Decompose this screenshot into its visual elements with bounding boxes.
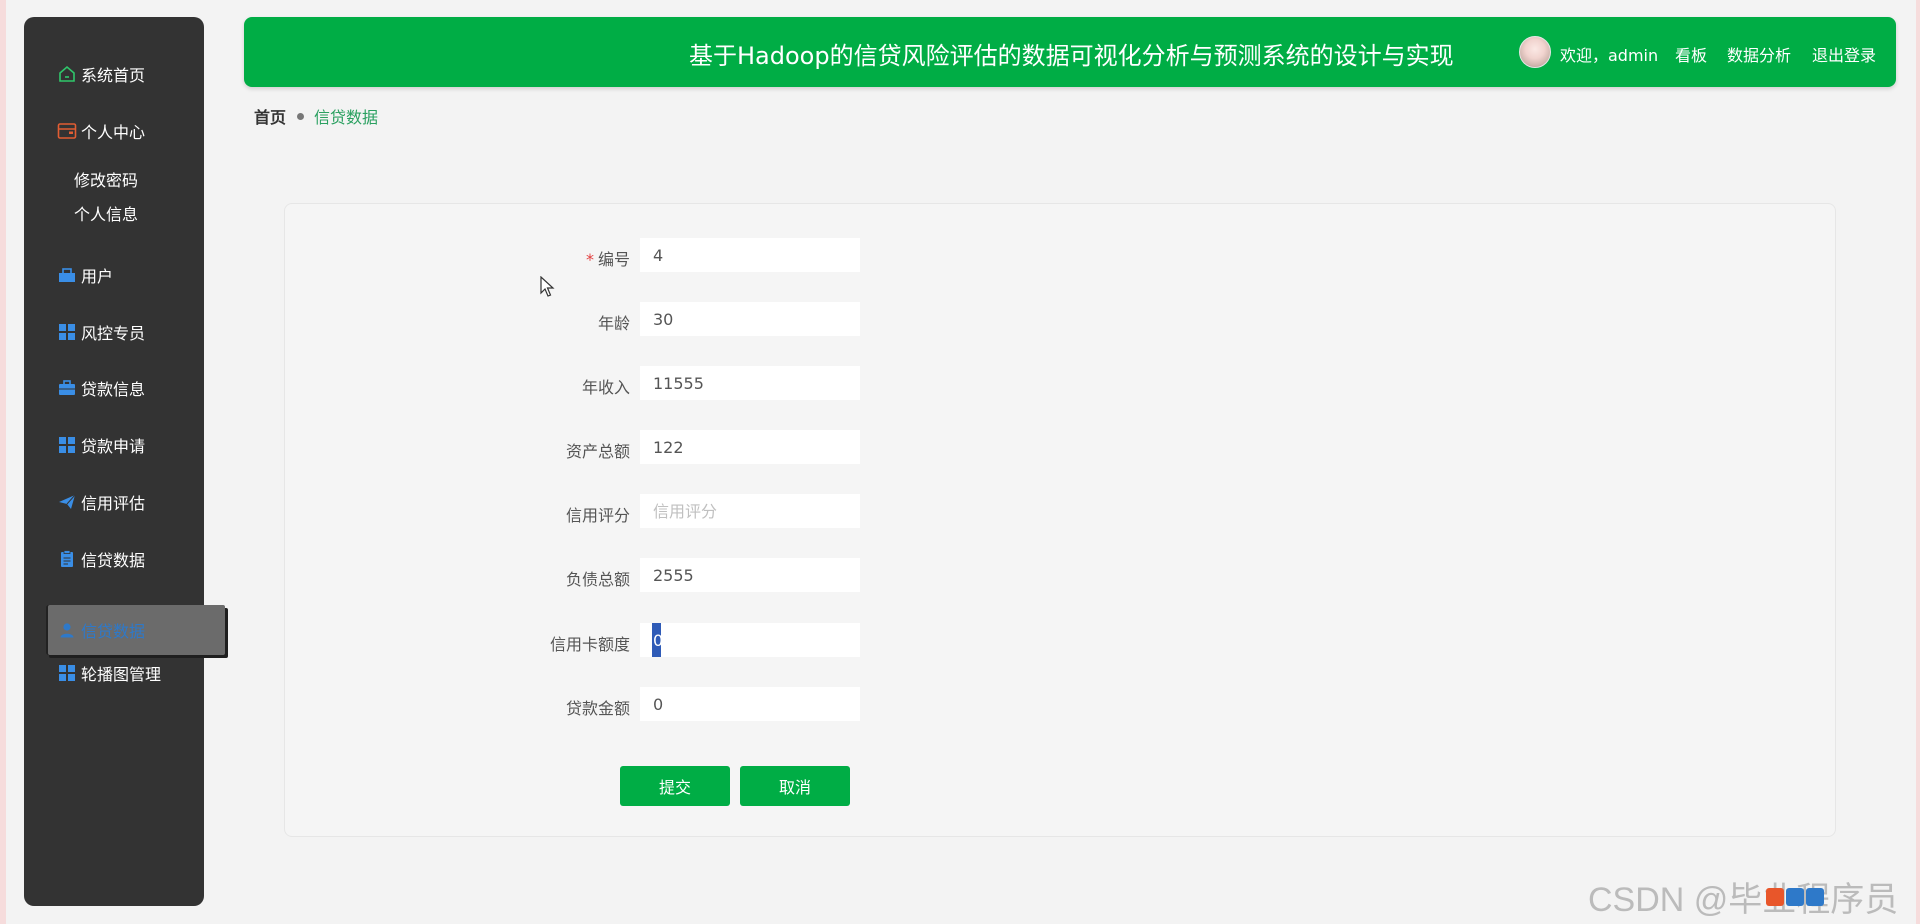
cancel-button[interactable]: 取消 — [740, 766, 850, 806]
tray-icon — [1786, 888, 1804, 906]
required-marker: * — [585, 250, 594, 269]
breadcrumb-current: 信贷数据 — [314, 108, 379, 127]
field-label-total-assets: 资产总额 — [565, 442, 630, 461]
sidebar-item-label: 信贷数据 — [81, 551, 146, 570]
breadcrumb: 首页 信贷数据 — [254, 104, 378, 128]
tray-icon — [1806, 888, 1824, 906]
paper-plane-icon — [57, 492, 77, 512]
credit-score-field[interactable] — [640, 494, 860, 528]
sidebar-item-loan-application[interactable]: 贷款申请 — [57, 430, 145, 460]
sidebar-item-risk-officer[interactable]: 风控专员 — [57, 317, 145, 347]
grid-icon — [57, 322, 77, 342]
sidebar-item-personal-center[interactable]: 个人中心 — [57, 116, 145, 146]
sidebar-item-label: 轮播图管理 — [81, 665, 162, 684]
watermark: CSDN @毕业程序员 — [1588, 881, 1899, 919]
submit-button[interactable]: 提交 — [620, 766, 730, 806]
annual-income-field[interactable] — [640, 366, 860, 400]
welcome-text: 欢迎，admin — [1560, 46, 1659, 65]
total-liabilities-field[interactable] — [640, 558, 860, 592]
field-label-loan-amount: 贷款金额 — [565, 699, 630, 718]
sidebar-subitem-personal-info[interactable]: 个人信息 — [74, 202, 138, 228]
page-edge-left — [0, 0, 6, 924]
home-icon — [57, 64, 77, 84]
wallet-icon — [57, 121, 77, 141]
sidebar-subitem-change-password[interactable]: 修改密码 — [74, 168, 138, 194]
sidebar-item-label: 信贷数据 — [81, 622, 146, 641]
field-label-total-liabilities: 负债总额 — [565, 570, 630, 589]
total-assets-field[interactable] — [640, 430, 860, 464]
breadcrumb-separator — [297, 112, 305, 120]
sidebar-item-loan-info[interactable]: 贷款信息 — [57, 373, 145, 403]
sidebar-item-carousel-management[interactable]: 轮播图管理 — [57, 658, 161, 688]
sidebar-item-credit-data-active[interactable]: 信贷数据 — [46, 605, 225, 655]
sidebar-item-label: 系统首页 — [81, 66, 146, 85]
sidebar-item-label: 个人中心 — [81, 123, 146, 142]
sidebar-item-label: 贷款信息 — [81, 380, 146, 399]
loan-amount-field[interactable] — [640, 687, 860, 721]
clipboard-icon — [57, 549, 77, 569]
sidebar-item-users[interactable]: 用户 — [57, 260, 113, 290]
field-label-age: 年龄 — [597, 314, 630, 333]
data-analysis-link[interactable]: 数据分析 — [1727, 42, 1791, 66]
user-box-icon — [57, 265, 77, 285]
sidebar-item-label: 用户 — [81, 267, 114, 286]
system-title: 基于Hadoop的信贷风险评估的数据可视化分析与预测系统的设计与实现 — [689, 42, 1454, 70]
ime-icon — [1766, 888, 1784, 906]
sidebar-item-label: 信用评估 — [81, 494, 146, 513]
credit-card-limit-field[interactable] — [640, 623, 860, 657]
system-tray — [1766, 888, 1824, 906]
person-icon — [57, 620, 77, 640]
sidebar: 系统首页 个人中心 修改密码 个人信息 用户 风控专员 贷款信息 贷款申请 信用… — [24, 17, 225, 906]
field-label-id: * 编号 — [585, 250, 630, 269]
sidebar-active-row: 信贷数据 — [57, 615, 145, 645]
logout-link[interactable]: 退出登录 — [1812, 42, 1876, 66]
briefcase-icon — [57, 378, 77, 398]
page-edge-right — [1916, 0, 1920, 924]
field-label-credit-score: 信用评分 — [565, 506, 630, 525]
top-header: 基于Hadoop的信贷风险评估的数据可视化分析与预测系统的设计与实现 欢迎，ad… — [244, 17, 1896, 87]
dashboard-link[interactable]: 看板 — [1675, 42, 1707, 66]
sidebar-item-label: 贷款申请 — [81, 437, 146, 456]
mouse-cursor-icon — [540, 275, 556, 302]
sidebar-item-home[interactable]: 系统首页 — [57, 59, 145, 89]
field-label-annual-income: 年收入 — [581, 378, 630, 397]
id-field[interactable] — [640, 238, 860, 272]
grid-icon — [57, 435, 77, 455]
field-label-credit-card-limit: 信用卡额度 — [549, 635, 630, 654]
grid-icon — [57, 663, 77, 683]
avatar[interactable] — [1519, 36, 1551, 68]
sidebar-item-credit-assessment[interactable]: 信用评估 — [57, 487, 145, 517]
age-field[interactable] — [640, 302, 860, 336]
sidebar-item-label: 风控专员 — [81, 324, 146, 343]
sidebar-item-credit-data[interactable]: 信贷数据 — [57, 544, 145, 574]
breadcrumb-home[interactable]: 首页 — [254, 104, 286, 128]
